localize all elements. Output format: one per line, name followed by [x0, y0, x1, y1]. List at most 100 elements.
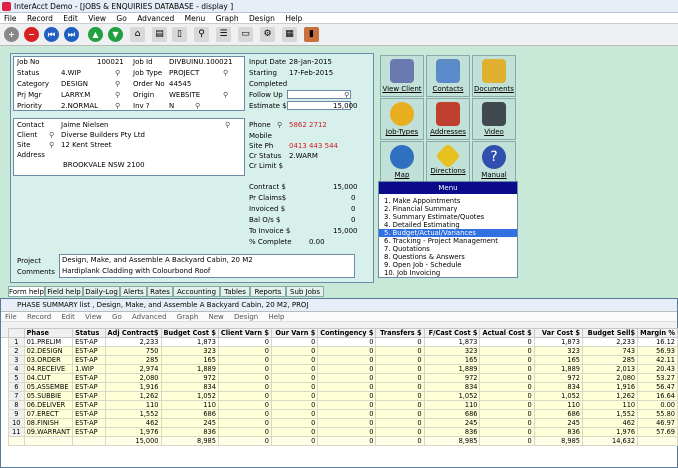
table-cell[interactable]: 9: [8, 409, 25, 419]
table-cell[interactable]: 1.WIP: [72, 364, 106, 374]
client-value[interactable]: Diverse Builders Pty Ltd: [61, 131, 145, 139]
table-cell[interactable]: 110: [104, 400, 162, 410]
sub-menu-graph[interactable]: Graph: [173, 312, 202, 322]
table-cell[interactable]: 165: [423, 355, 481, 365]
job-types-button[interactable]: Job-Types: [380, 98, 424, 140]
table-cell[interactable]: 245: [533, 418, 584, 428]
table-cell[interactable]: EST-AP: [72, 409, 106, 419]
table-cell[interactable]: 06.DELIVER: [23, 400, 74, 410]
table-cell[interactable]: 0: [479, 391, 535, 401]
table-cell[interactable]: EST-AP: [72, 382, 106, 392]
table-row[interactable]: 8 06.DELIVER EST-AP 110 110 0 0 0 0 110 0 110 110 0.0…: [8, 400, 678, 410]
starting-value[interactable]: 17-Feb-2015: [289, 69, 333, 77]
priority-lookup-icon[interactable]: ⚲: [115, 102, 123, 110]
table-cell[interactable]: 0: [317, 382, 377, 392]
table-cell[interactable]: 0: [217, 400, 272, 410]
table-cell[interactable]: 0: [375, 391, 425, 401]
table-cell[interactable]: 1,976: [104, 427, 162, 437]
map-button[interactable]: Map: [380, 141, 424, 183]
table-row[interactable]: 4 04.RECEIVE 1.WIP 2,974 1,889 0 0 0 0 1,889 0 1,88…: [8, 364, 678, 374]
contact-lookup-icon[interactable]: ⚲: [225, 121, 233, 129]
manual-button[interactable]: ? Manual: [472, 141, 516, 183]
menu-item-budget-actual[interactable]: 5. Budget/Actual/Variances: [379, 229, 517, 237]
table-cell[interactable]: 53.27: [637, 373, 678, 383]
sub-menu-view[interactable]: View: [81, 312, 106, 322]
menu-design[interactable]: Design: [245, 13, 279, 24]
table-cell[interactable]: 323: [160, 346, 219, 356]
sub-menu-edit[interactable]: Edit: [57, 312, 79, 322]
table-cell[interactable]: 07.ERECT: [23, 409, 74, 419]
table-cell[interactable]: 0: [270, 364, 319, 374]
column-header[interactable]: Transfers $: [375, 328, 425, 338]
menu-item-tracking[interactable]: 6. Tracking - Project Management: [379, 237, 517, 245]
menu-item-open-job[interactable]: 9. Open Job - Schedule: [379, 261, 517, 269]
table-cell[interactable]: 0: [217, 427, 272, 437]
table-cell[interactable]: 0: [317, 418, 377, 428]
table-cell[interactable]: 686: [533, 409, 584, 419]
table-cell[interactable]: 110: [581, 400, 639, 410]
table-cell[interactable]: 2,013: [581, 364, 639, 374]
add-record-icon[interactable]: +: [4, 27, 19, 42]
table-row[interactable]: 3 03.ORDER EST-AP 285 165 0 0 0 0 165 0 165 285 42.11: [8, 355, 678, 365]
table-cell[interactable]: 0: [270, 355, 319, 365]
table-cell[interactable]: 0: [317, 427, 377, 437]
sub-menu-go[interactable]: Go: [108, 312, 126, 322]
table-cell[interactable]: 42.11: [637, 355, 678, 365]
table-cell[interactable]: 0: [375, 400, 425, 410]
next-record-icon[interactable]: ▼: [108, 27, 123, 42]
table-cell[interactable]: 2,974: [104, 364, 162, 374]
table-cell[interactable]: 462: [581, 418, 639, 428]
table-cell[interactable]: 0: [479, 355, 535, 365]
menu-edit[interactable]: Edit: [59, 13, 82, 24]
table-row[interactable]: 10 08.FINISH EST-AP 462 245 0 0 0 0 245 0 245 462 46.…: [8, 418, 678, 428]
search-icon[interactable]: ⚲: [194, 27, 209, 42]
directions-button[interactable]: Directions: [426, 141, 470, 183]
table-cell[interactable]: 0: [317, 355, 377, 365]
job-type-value[interactable]: PROJECT: [169, 69, 199, 77]
table-cell[interactable]: 57.69: [637, 427, 678, 437]
menu-item-questions[interactable]: 8. Questions & Answers: [379, 253, 517, 261]
table-cell[interactable]: 08.FINISH: [23, 418, 74, 428]
table-cell[interactable]: 686: [423, 409, 481, 419]
invoiced-value[interactable]: 0: [351, 205, 355, 213]
column-header[interactable]: [8, 328, 25, 338]
sub-menu-design[interactable]: Design: [230, 312, 262, 322]
table-cell[interactable]: 110: [160, 400, 219, 410]
table-cell[interactable]: 0: [375, 418, 425, 428]
table-cell[interactable]: 0: [217, 409, 272, 419]
table-cell[interactable]: 0: [375, 382, 425, 392]
table-cell[interactable]: 46.97: [637, 418, 678, 428]
menu-item-appointments[interactable]: 1. Make Appointments: [379, 197, 517, 205]
table-cell[interactable]: 750: [104, 346, 162, 356]
pr-claims-value[interactable]: 0: [351, 194, 355, 202]
table-cell[interactable]: 01.PRELIM: [23, 337, 74, 347]
table-cell[interactable]: 20.43: [637, 364, 678, 374]
table-cell[interactable]: 0: [270, 400, 319, 410]
table-cell[interactable]: 0: [479, 373, 535, 383]
table-cell[interactable]: 1,889: [423, 364, 481, 374]
estimate-value[interactable]: 15,000: [333, 102, 358, 110]
tab-reports[interactable]: Reports: [250, 286, 286, 297]
home-icon[interactable]: ⌂: [130, 27, 145, 42]
table-row[interactable]: 11 09.WARRANT EST-AP 1,976 836 0 0 0 0 836 0 836 1,9…: [8, 427, 678, 437]
menu-file[interactable]: File: [0, 13, 21, 24]
table-row[interactable]: 7 05.SUBBIE EST-AP 1,262 1,052 0 0 0 0 1,052 0 1,05…: [8, 391, 678, 401]
table-cell[interactable]: 1: [8, 337, 25, 347]
table-cell[interactable]: 0: [479, 346, 535, 356]
table-cell[interactable]: 0: [375, 409, 425, 419]
table-cell[interactable]: 0: [270, 409, 319, 419]
table-cell[interactable]: 110: [423, 400, 481, 410]
table-cell[interactable]: 0: [479, 418, 535, 428]
category-value[interactable]: DESIGN: [61, 80, 88, 88]
menu-view[interactable]: View: [84, 13, 110, 24]
menu-help[interactable]: Help: [281, 13, 306, 24]
menu-item-detailed-estimating[interactable]: 4. Detailed Estimating: [379, 221, 517, 229]
table-row[interactable]: 2 02.DESIGN EST-AP 750 323 0 0 0 0 323 0 323 743 56.9…: [8, 346, 678, 356]
table-cell[interactable]: 1,873: [423, 337, 481, 347]
table-cell[interactable]: 0.00: [637, 400, 678, 410]
print-icon[interactable]: ▤: [152, 27, 167, 42]
table-cell[interactable]: 2,233: [581, 337, 639, 347]
table-cell[interactable]: 05.ASSEMBE: [23, 382, 74, 392]
column-header[interactable]: Status: [72, 328, 106, 338]
prj-mgr-lookup-icon[interactable]: ⚲: [115, 91, 123, 99]
